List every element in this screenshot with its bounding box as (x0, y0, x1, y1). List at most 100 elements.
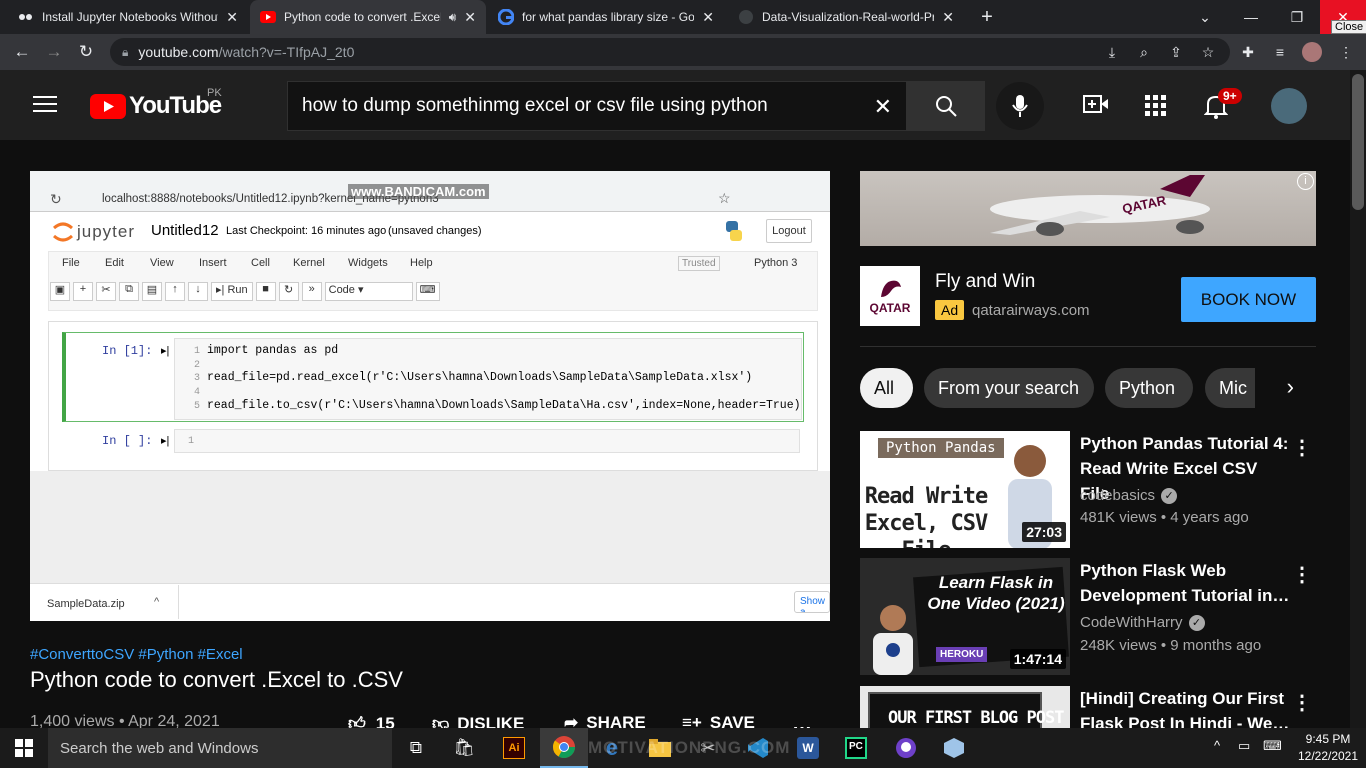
video-hashtags[interactable]: #ConverttoCSV #Python #Excel (30, 646, 243, 663)
rec-1-thumbnail[interactable]: Python Pandas Read Write Excel, CSV File… (860, 431, 1070, 548)
voice-search-button[interactable] (996, 82, 1044, 130)
ad-info-icon[interactable]: i (1297, 173, 1314, 190)
jupyter-logo: jupyter (52, 221, 135, 243)
reload-icon[interactable]: ↻ (74, 40, 98, 64)
forward-icon[interactable]: → (42, 40, 66, 64)
rec-2-title[interactable]: Python Flask Web Development Tutorial in… (1080, 558, 1290, 608)
store-icon[interactable]: 🛍︎ (440, 728, 488, 768)
keyboard-icon: ⌨ (415, 282, 440, 301)
rec-2-channel[interactable]: CodeWithHarry (1080, 614, 1183, 631)
chip-from-your-search[interactable]: From your search (924, 368, 1094, 408)
chip-all[interactable]: All (860, 368, 913, 408)
tab-close-icon[interactable]: ✕ (702, 9, 714, 26)
rec-1-more-icon[interactable]: ⋮ (1292, 435, 1312, 460)
rec-3-title[interactable]: [Hindi] Creating Our First Flask Post In… (1080, 686, 1290, 728)
back-icon[interactable]: ← (10, 40, 34, 64)
rec-1-channel[interactable]: codebasics (1080, 487, 1155, 504)
download-shelf (30, 583, 830, 621)
notebook-background (30, 471, 830, 583)
line-number: 5 (193, 400, 200, 412)
search-input[interactable]: how to dump somethinmg excel or csv file… (287, 81, 907, 131)
rec-2-more-icon[interactable]: ⋮ (1292, 562, 1312, 587)
taskbar-search-input[interactable]: Search the web and Windows (48, 728, 392, 768)
media-controls-icon[interactable]: ≡ (1268, 40, 1292, 64)
cell-type-value: Code (328, 284, 355, 296)
tab-python-convert[interactable]: Python code to convert .Excel 🔊︎ ✕ (250, 0, 486, 34)
tab-github[interactable]: Data-Visualization-Real-world-Pr ✕ (728, 0, 964, 34)
create-video-icon[interactable] (1083, 94, 1109, 119)
install-app-icon[interactable]: ⤓ (1100, 40, 1124, 64)
speaker-icon[interactable]: 🔊︎ (449, 10, 457, 25)
illustrator-icon[interactable]: Ai (490, 728, 538, 768)
new-tab-icon[interactable]: + (976, 6, 998, 28)
windows-start-icon[interactable] (0, 728, 48, 768)
search-button[interactable] (906, 81, 985, 131)
tab-search-icon[interactable]: ⌄ (1182, 0, 1228, 34)
presenter-image (868, 598, 918, 675)
scrollbar-thumb[interactable] (1352, 74, 1364, 210)
tab-close-icon[interactable]: ✕ (464, 9, 476, 26)
tab-close-icon[interactable]: ✕ (226, 9, 238, 26)
rec-2-thumbnail[interactable]: Learn Flask in One Video (2021) HEROKU 1… (860, 558, 1070, 675)
code-line-3: read_file=pd.read_excel(r'C:\Users\hamna… (207, 371, 753, 384)
cell-1-run-icon: ▸| (161, 345, 170, 357)
chip-microsoft[interactable]: Mic (1205, 368, 1255, 408)
logout-button: Logout (766, 219, 812, 243)
line-number: 1 (193, 346, 200, 357)
taskbar-clock[interactable]: 9:45 PM 12/22/2021 (1296, 731, 1360, 765)
minimize-icon[interactable]: — (1228, 0, 1274, 34)
github-favicon-icon (738, 9, 754, 25)
show-all-button: Show a (794, 591, 830, 613)
advertiser-logo-text: QATAR (869, 301, 911, 315)
tab-google-search[interactable]: for what pandas library size - Goo ✕ (488, 0, 724, 34)
video-player[interactable]: ↻ localhost:8888/notebooks/Untitled12.ip… (30, 171, 830, 621)
menu-item: View (150, 257, 174, 269)
chrome-menu-icon[interactable]: ⋮ (1334, 40, 1358, 64)
network-icon[interactable]: ▭ (1238, 738, 1250, 754)
thumb-tag: Python Pandas (878, 438, 1004, 458)
cell-1-prompt: In [1]: (102, 344, 153, 358)
region-code: PK (207, 87, 222, 99)
cell-2-line-number: 1 (188, 436, 195, 447)
word-icon[interactable]: W (784, 728, 832, 768)
show-hidden-icons-icon[interactable]: ^ (1214, 738, 1220, 753)
chips-next-icon[interactable]: › (1258, 368, 1316, 408)
chrome-taskbar-icon[interactable] (540, 728, 588, 768)
ad-domain: qatarairways.com (972, 302, 1090, 319)
pycharm-logo: PC (845, 737, 867, 759)
apps-grid-icon[interactable] (1145, 95, 1167, 122)
zoom-icon[interactable]: ⌕ (1132, 40, 1156, 64)
checkpoint-text: Last Checkpoint: 16 minutes ago (226, 225, 387, 237)
maximize-icon[interactable]: ❐ (1274, 0, 1320, 34)
ad-banner-image[interactable]: QATAR (860, 171, 1316, 246)
virtualbox-icon[interactable] (930, 728, 978, 768)
cell-2-prompt: In [ ]: (102, 434, 153, 448)
extensions-icon[interactable]: ✚ (1236, 40, 1260, 64)
advertiser-logo[interactable]: QATAR (860, 266, 920, 326)
book-now-button[interactable]: BOOK NOW (1181, 277, 1316, 322)
clear-search-icon[interactable]: ✕ (874, 94, 892, 120)
keyboard-language-icon[interactable]: ⌨ (1263, 738, 1282, 754)
task-view-icon[interactable]: ⧉ (392, 728, 440, 768)
bookmark-star-icon[interactable]: ☆ (1196, 40, 1220, 64)
youtube-logo[interactable]: YouTube (90, 92, 222, 120)
tab-close-icon[interactable]: ✕ (942, 9, 954, 26)
account-avatar[interactable] (1271, 88, 1307, 124)
address-bar[interactable]: 🔒︎ youtube.com/watch?v=-TIfpAJ_2t0 (110, 38, 1230, 66)
copy-icon: ⧉ (119, 282, 139, 301)
rec-3-thumbnail[interactable]: OUR FIRST BLOG POST (860, 686, 1070, 728)
ad-title: Fly and Win (935, 271, 1036, 292)
cell-2-run-icon: ▸| (161, 435, 170, 447)
pycharm-icon[interactable]: PC (832, 728, 880, 768)
hamburger-menu-icon[interactable] (33, 94, 57, 114)
github-desktop-icon[interactable] (882, 728, 930, 768)
share-page-icon[interactable]: ⇪ (1164, 40, 1188, 64)
chip-python[interactable]: Python (1105, 368, 1193, 408)
profile-avatar[interactable] (1302, 42, 1322, 62)
move-down-icon: ↓ (188, 282, 208, 301)
bandicam-watermark: www.BANDICAM.com (348, 184, 489, 199)
divider (178, 585, 179, 619)
tab-jupyter-install[interactable]: Install Jupyter Notebooks Without ✕ (8, 0, 248, 34)
ad-badge: Ad (935, 300, 965, 320)
rec-3-more-icon[interactable]: ⋮ (1292, 690, 1312, 715)
